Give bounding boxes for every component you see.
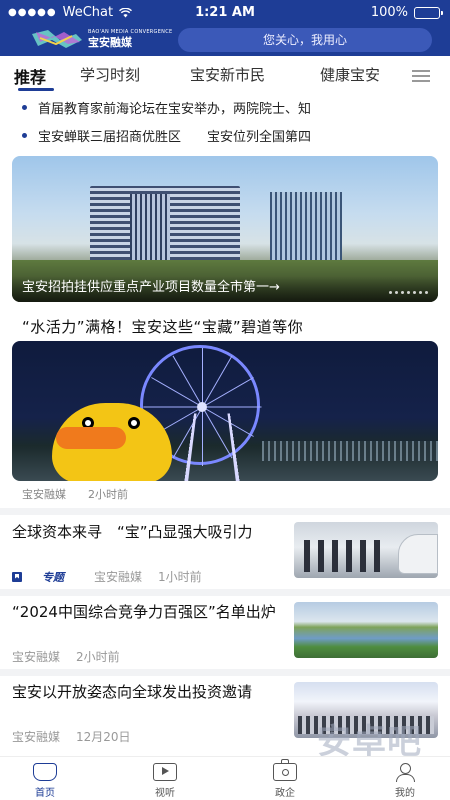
logo-mark-icon [32,30,82,48]
time-label: 2小时前 [76,650,120,664]
list-item[interactable]: 全球资本来寻 “宝”凸显强大吸引力 专题 宝安融媒 1小时前 [0,518,450,600]
video-icon [153,763,177,781]
section-divider [0,589,450,596]
rubber-duck-image [42,391,182,481]
nav-home[interactable]: 首页 [15,763,75,799]
list-item[interactable]: “2024中国综合竞争力百强区”名单出炉 宝安融媒 2小时前 [0,598,450,680]
bookmark-icon [12,571,22,582]
nav-label: 政企 [275,788,295,799]
nav-label: 首页 [35,788,55,799]
tab-study[interactable]: 学习时刻 [80,64,140,85]
home-icon [33,763,57,781]
banner-caption: 宝安招拍挂供应重点产业项目数量全市第一→ [12,276,438,302]
time-label: 12月20日 [76,730,131,744]
feature-title[interactable]: “水活力”满格！宝安这些“宝藏”碧道等你 [22,316,303,337]
source-label: 宝安融媒 [12,650,61,664]
tab-health[interactable]: 健康宝安 [320,64,380,85]
time-label: 2小时前 [88,488,128,501]
bullet-icon [22,105,27,110]
logo-en: BAO'AN MEDIA CONVERGENCE [88,29,173,35]
menu-icon[interactable] [412,70,430,82]
article-title: “2024中国综合竞争力百强区”名单出炉 [12,603,276,621]
logo-cn: 宝安融媒 [88,36,132,49]
logo-text: BAO'AN MEDIA CONVERGENCE 宝安融媒 [88,29,173,49]
nav-business[interactable]: 政企 [255,759,315,799]
battery-icon [414,6,443,19]
article-thumbnail [294,522,438,578]
ticker-text: 宝安蝉联三届招商优胜区 宝安位列全国第四 [38,130,312,145]
section-divider [0,508,450,515]
status-right: 100% [370,5,443,20]
building-image [130,194,170,264]
app-screen: ●●●●● WeChat 1:21 AM 100% BAO'AN MEDIA C… [0,0,450,800]
article-title: 全球资本来寻 “宝”凸显强大吸引力 [12,523,253,541]
ticker-item[interactable]: 首届教育家前海论坛在宝安举办，两院院士、知 [22,98,311,117]
article-title: 宝安以开放姿态向全球发出投资邀请 [12,683,253,701]
channel-tabs: 推荐 学习时刻 宝安新市民 健康宝安 [0,60,450,91]
status-bar: ●●●●● WeChat 1:21 AM 100% [0,0,450,26]
feature-image[interactable] [12,341,438,481]
header-bar: ●●●●● WeChat 1:21 AM 100% BAO'AN MEDIA C… [0,0,450,56]
article-thumbnail [294,602,438,658]
city-lights [262,441,438,461]
tab-recommend[interactable]: 推荐 [14,64,46,88]
source-label: 宝安融媒 [22,488,66,501]
tab-new-citizen[interactable]: 宝安新市民 [190,64,265,85]
time-label: 1小时前 [158,570,202,584]
carousel-pager [389,291,428,294]
bottom-nav: 首页 视听 政企 我的 [0,756,450,800]
nav-label: 视听 [155,788,175,799]
source-label: 宝安融媒 [94,570,143,584]
topic-tag: 专题 [12,569,64,585]
source-label: 宝安融媒 [12,730,61,744]
nav-label: 我的 [395,788,415,799]
article-meta: 宝安融媒 2小时前 [12,648,120,665]
app-logo[interactable]: BAO'AN MEDIA CONVERGENCE 宝安融媒 [30,27,172,51]
nav-profile[interactable]: 我的 [375,763,435,799]
section-divider [0,669,450,676]
battery-label: 100% [370,5,408,20]
tag-label: 专题 [42,570,64,584]
feature-meta: 宝安融媒 2小时前 [22,486,128,502]
ticker-text: 首届教育家前海论坛在宝安举办，两院院士、知 [38,102,312,117]
user-icon [393,763,417,782]
briefcase-icon [273,759,297,781]
active-tab-indicator [18,88,54,91]
banner-carousel[interactable]: 宝安招拍挂供应重点产业项目数量全市第一→ [12,156,438,302]
ticker-item[interactable]: 宝安蝉联三届招商优胜区 宝安位列全国第四 [22,126,311,145]
bullet-icon [22,133,27,138]
nav-video[interactable]: 视听 [135,763,195,799]
article-meta: 宝安融媒 12月20日 [12,728,131,745]
search-input[interactable]: 您关心，我用心 [178,28,432,52]
article-meta: 专题 宝安融媒 1小时前 [12,568,202,585]
